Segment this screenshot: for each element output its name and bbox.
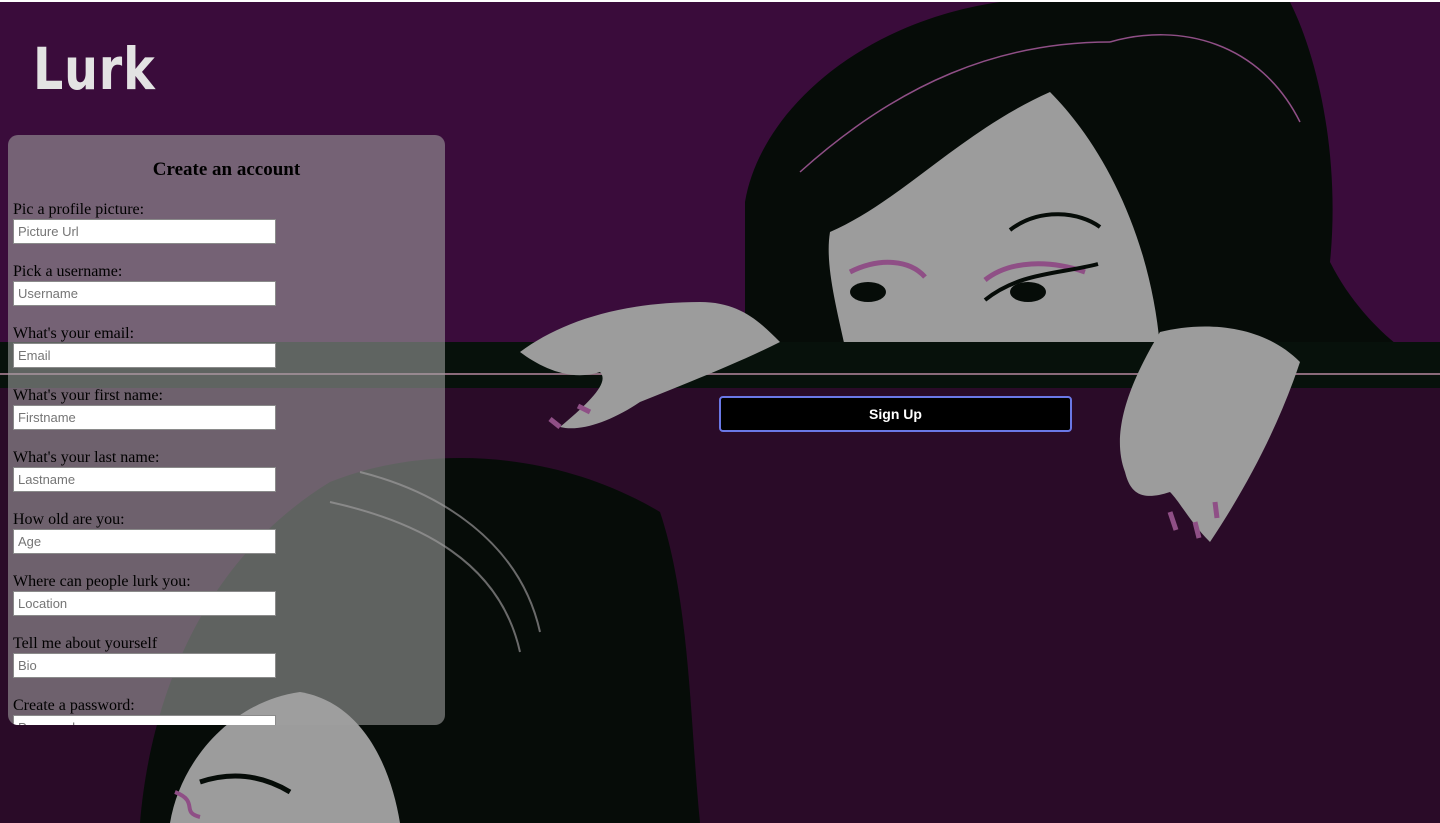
app-logo: Lurk	[33, 35, 156, 103]
firstname-label: What's your first name:	[13, 387, 163, 404]
email-input[interactable]	[13, 343, 276, 368]
password-input[interactable]	[13, 715, 276, 725]
location-label: Where can people lurk you:	[13, 573, 191, 590]
password-label: Create a password:	[13, 697, 135, 714]
location-input[interactable]	[13, 591, 276, 616]
username-input[interactable]	[13, 281, 276, 306]
sign-up-button[interactable]: Sign Up	[719, 396, 1072, 432]
lastname-input[interactable]	[13, 467, 276, 492]
age-input[interactable]	[13, 529, 276, 554]
form-title: Create an account	[152, 159, 301, 180]
profile-picture-input[interactable]	[13, 219, 276, 244]
age-label: How old are you:	[13, 511, 125, 528]
profile-picture-label: Pic a profile picture:	[13, 201, 145, 218]
page-background: Lurk Create an account Pic a profile pic…	[0, 2, 1440, 823]
lastname-label: What's your last name:	[13, 449, 160, 466]
signup-form-panel: Create an account Pic a profile picture:…	[8, 135, 445, 725]
bio-label: Tell me about yourself	[13, 635, 158, 652]
email-label: What's your email:	[13, 325, 135, 342]
firstname-input[interactable]	[13, 405, 276, 430]
bio-input[interactable]	[13, 653, 276, 678]
username-label: Pick a username:	[13, 263, 123, 280]
